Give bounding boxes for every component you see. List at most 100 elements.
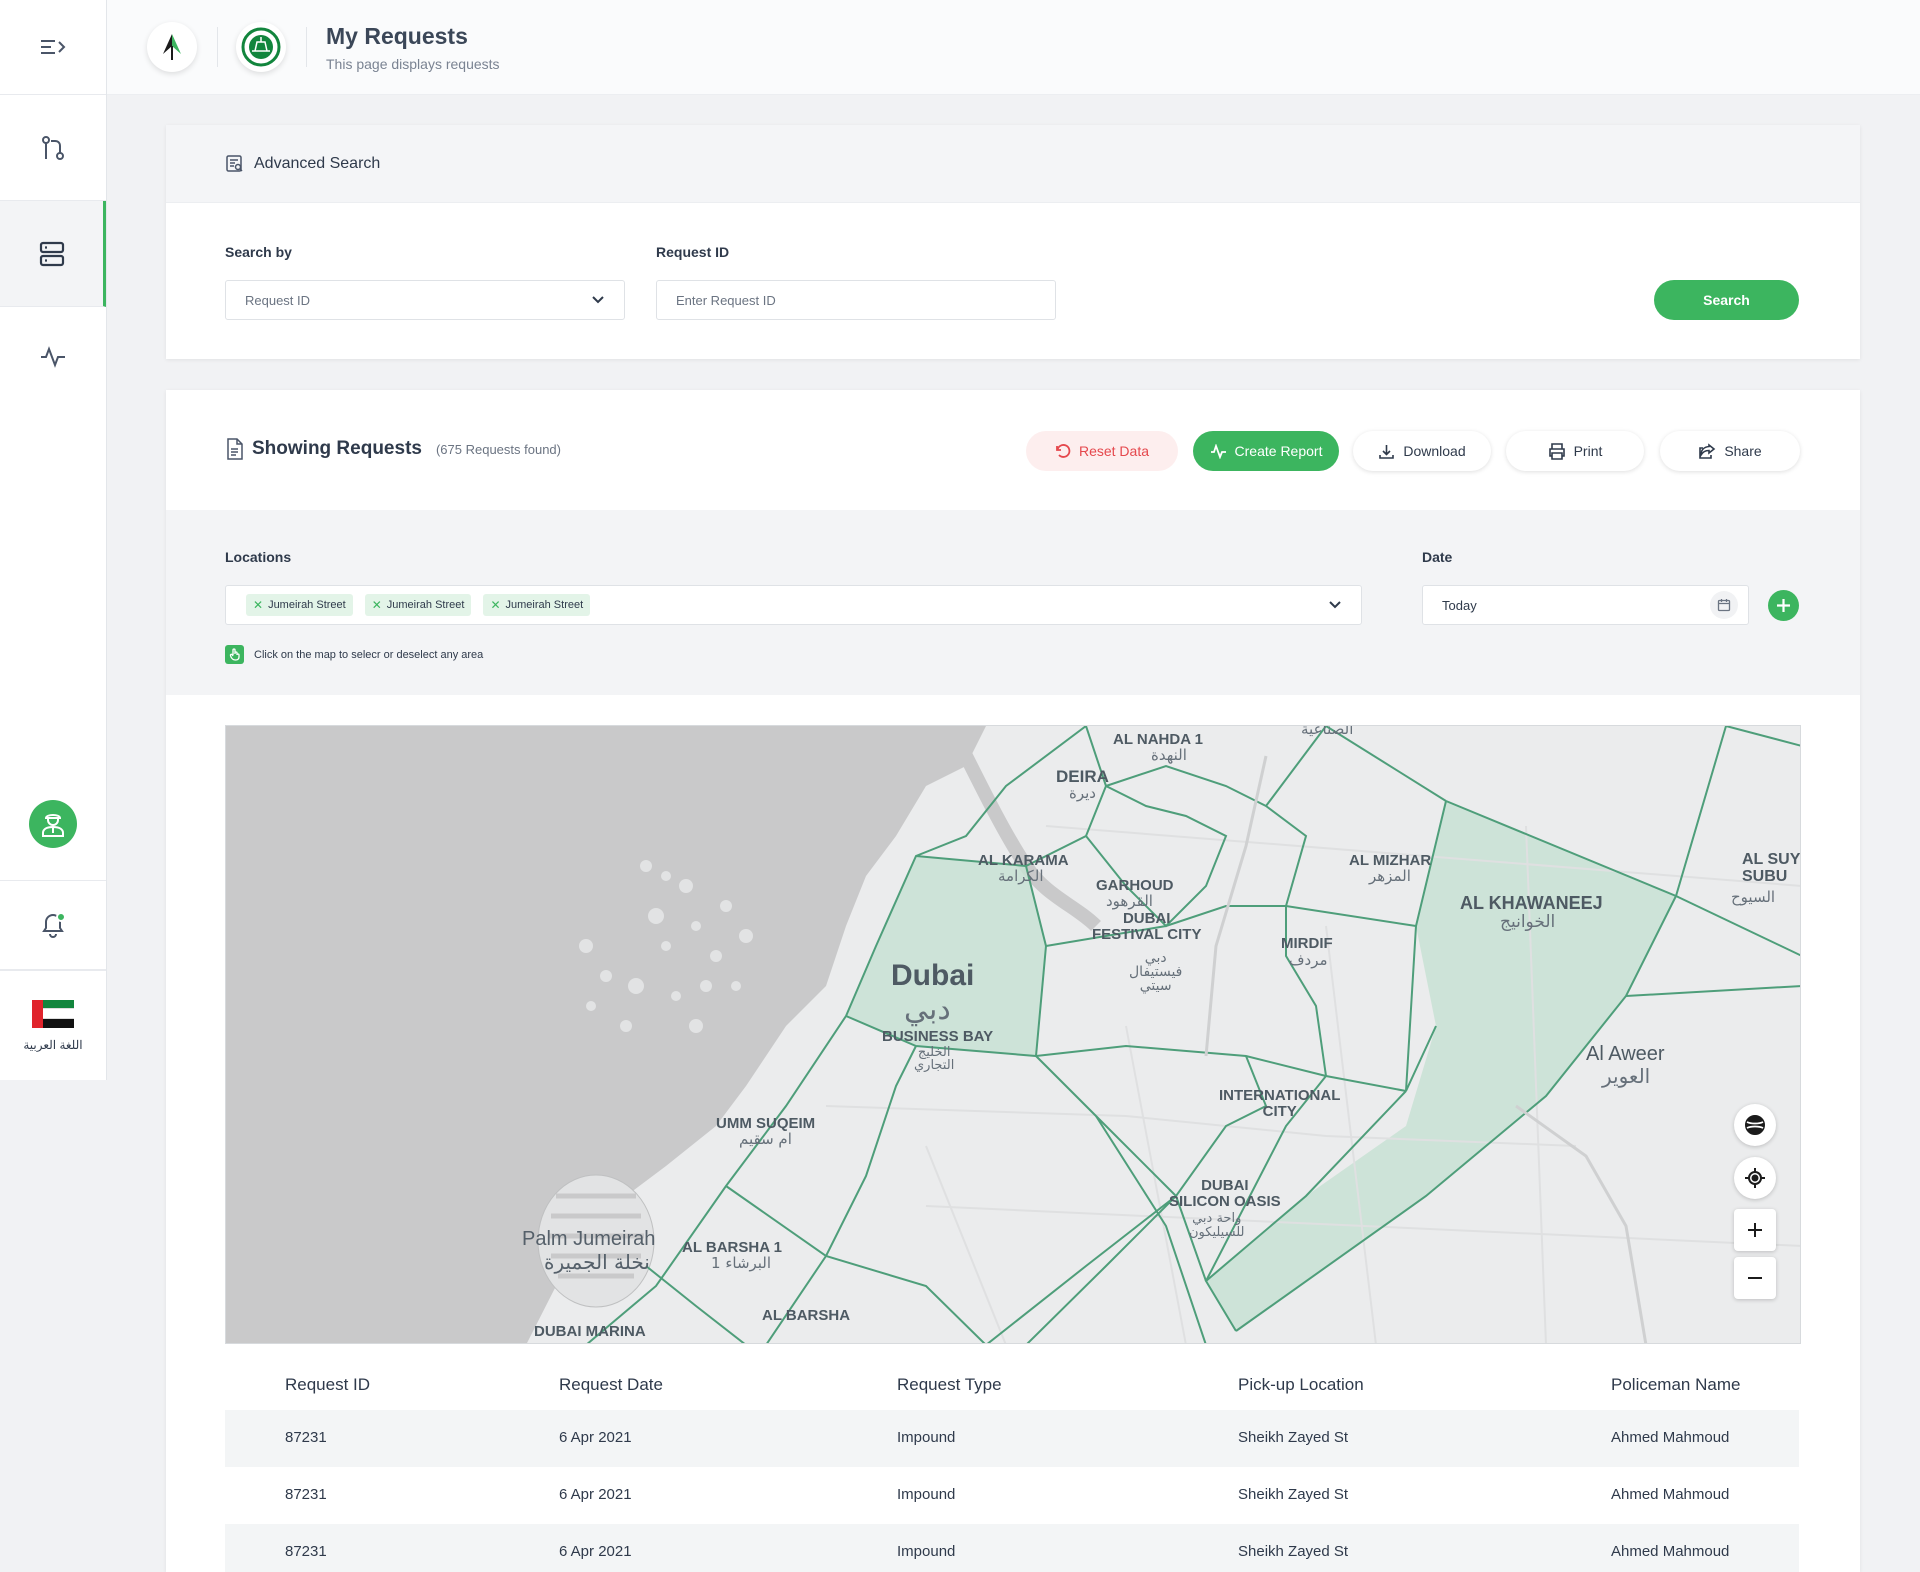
- location-chip-label: Jumeirah Street: [268, 599, 346, 611]
- date-label: Date: [1422, 549, 1453, 565]
- language-switch[interactable]: اللغة العربية: [0, 970, 106, 1080]
- create-report-button[interactable]: Create Report: [1193, 431, 1339, 471]
- sidebar-item-transfers[interactable]: [0, 95, 106, 201]
- location-chip[interactable]: ✕ Jumeirah Street: [364, 594, 472, 616]
- remove-chip-icon[interactable]: ✕: [490, 598, 500, 612]
- notifications-button[interactable]: [0, 880, 106, 970]
- map-hint-text: Click on the map to selecr or deselect a…: [254, 648, 484, 661]
- request-id-input[interactable]: Enter Request ID: [656, 280, 1056, 320]
- search-button[interactable]: Search: [1654, 280, 1799, 320]
- map-label: واحة دبي للسيليكون: [1189, 1211, 1245, 1240]
- location-chip-label: Jumeirah Street: [386, 599, 465, 611]
- map-label: السيوح: [1731, 888, 1776, 906]
- table-row[interactable]: 87231 6 Apr 2021 Impound Sheikh Zayed St…: [225, 1467, 1799, 1524]
- column-header[interactable]: Pick-up Location: [1238, 1375, 1364, 1395]
- activity-icon: [1210, 443, 1226, 459]
- area-map[interactable]: AL NAHDA 1 النهدة الصناعية DEIRA ديرة AL…: [225, 725, 1801, 1344]
- activity-icon: [41, 346, 65, 368]
- column-header[interactable]: Policeman Name: [1611, 1375, 1740, 1395]
- zoom-out-button[interactable]: [1734, 1257, 1776, 1299]
- server-icon: [39, 241, 64, 266]
- map-label: Palm Jumeirah: [522, 1228, 656, 1250]
- cell-request-date: 6 Apr 2021: [559, 1486, 632, 1503]
- table-row[interactable]: 87231 6 Apr 2021 Impound Sheikh Zayed St…: [225, 1524, 1799, 1572]
- menu-toggle-button[interactable]: [0, 0, 106, 95]
- print-button[interactable]: Print: [1506, 431, 1644, 471]
- plus-icon: [1748, 1223, 1762, 1237]
- table-row[interactable]: 87231 6 Apr 2021 Impound Sheikh Zayed St…: [225, 1410, 1799, 1467]
- request-id-placeholder: Enter Request ID: [676, 292, 776, 308]
- cell-policeman-name: Ahmed Mahmoud: [1611, 1429, 1730, 1446]
- filters-panel: Locations ✕ Jumeirah Street ✕ Jumeirah Str…: [166, 510, 1860, 695]
- plus-icon: [1777, 599, 1790, 612]
- map-label: AL KHAWANEEJ: [1460, 893, 1603, 913]
- zoom-in-button[interactable]: [1734, 1209, 1776, 1251]
- search-by-select[interactable]: Request ID: [225, 280, 625, 320]
- location-chip[interactable]: ✕ Jumeirah Street: [483, 594, 591, 616]
- location-chips: ✕ Jumeirah Street ✕ Jumeirah Street ✕ Jumei…: [246, 594, 602, 616]
- results-card: Showing Requests (675 Requests found) Re…: [166, 390, 1860, 1572]
- date-picker[interactable]: Today: [1422, 585, 1749, 625]
- map-label: DUBAI MARINA: [534, 1323, 646, 1340]
- map-layers-button[interactable]: [1734, 1104, 1776, 1146]
- map-label: الصناعية: [1301, 725, 1354, 738]
- results-title: Showing Requests: [252, 438, 422, 459]
- sidebar-item-activity[interactable]: [0, 307, 106, 407]
- arrow-logo-icon: [163, 34, 181, 60]
- map-label: Al Aweer: [1586, 1043, 1665, 1065]
- reset-data-button[interactable]: Reset Data: [1026, 431, 1178, 471]
- chevron-down-icon: [1329, 601, 1341, 609]
- map-label: القرهود: [1106, 892, 1153, 910]
- refresh-icon: [1056, 444, 1071, 458]
- column-header[interactable]: Request ID: [285, 1375, 370, 1395]
- cell-pickup-location: Sheikh Zayed St: [1238, 1429, 1349, 1446]
- map-label: Dubai: [891, 959, 975, 992]
- share-button[interactable]: Share: [1660, 431, 1800, 471]
- column-header[interactable]: Request Date: [559, 1375, 663, 1395]
- locations-multiselect[interactable]: ✕ Jumeirah Street ✕ Jumeirah Street ✕ Jumei…: [225, 585, 1362, 625]
- cell-request-type: Impound: [897, 1486, 956, 1503]
- cell-pickup-location: Sheikh Zayed St: [1238, 1543, 1349, 1560]
- map-label: الخوانيج: [1500, 912, 1556, 932]
- cell-request-type: Impound: [897, 1429, 956, 1446]
- location-chip[interactable]: ✕ Jumeirah Street: [246, 594, 353, 616]
- map-label: ديرة: [1069, 784, 1096, 802]
- cell-policeman-name: Ahmed Mahmoud: [1611, 1486, 1730, 1503]
- page-header: My Requests This page displays requests: [107, 0, 1920, 95]
- map-canvas[interactable]: [226, 726, 1801, 1344]
- dubai-police-emblem-icon: [241, 27, 281, 67]
- location-target-icon: [1745, 1168, 1765, 1188]
- map-label: العوير: [1602, 1064, 1651, 1088]
- map-label: MIRDIF: [1281, 935, 1333, 952]
- map-label: المزهر: [1369, 867, 1411, 885]
- officer-icon: [42, 814, 64, 837]
- download-button[interactable]: Download: [1353, 431, 1491, 471]
- bell-icon: [42, 912, 66, 938]
- hand-pointer-icon: [225, 645, 244, 664]
- location-chip-label: Jumeirah Street: [505, 599, 584, 611]
- app-logo: [147, 22, 197, 72]
- map-label: البرشاء 1: [711, 1254, 772, 1272]
- create-report-label: Create Report: [1234, 443, 1323, 459]
- print-label: Print: [1573, 443, 1603, 459]
- column-header[interactable]: Request Type: [897, 1375, 1002, 1395]
- search-list-icon: [226, 155, 243, 172]
- map-label: دبي فيستيفال سيتي: [1129, 950, 1183, 994]
- sidebar-item-requests[interactable]: [0, 201, 106, 307]
- my-location-button[interactable]: [1734, 1157, 1776, 1199]
- share-icon: [1699, 442, 1716, 459]
- map-label: الخليج التجاري: [914, 1045, 955, 1073]
- add-filter-button[interactable]: [1768, 590, 1799, 621]
- calendar-button[interactable]: [1710, 591, 1738, 619]
- map-label: النهدة: [1151, 746, 1187, 764]
- remove-chip-icon[interactable]: ✕: [372, 598, 382, 612]
- remove-chip-icon[interactable]: ✕: [253, 598, 263, 612]
- minus-icon: [1748, 1277, 1762, 1279]
- map-label: DUBAI FESTIVAL CITY: [1092, 910, 1202, 943]
- language-label: اللغة العربية: [23, 1037, 83, 1052]
- download-label: Download: [1403, 443, 1466, 459]
- avatar[interactable]: [29, 800, 77, 848]
- cell-request-id: 87231: [285, 1543, 327, 1560]
- printer-icon: [1548, 442, 1565, 460]
- locations-label: Locations: [225, 549, 292, 565]
